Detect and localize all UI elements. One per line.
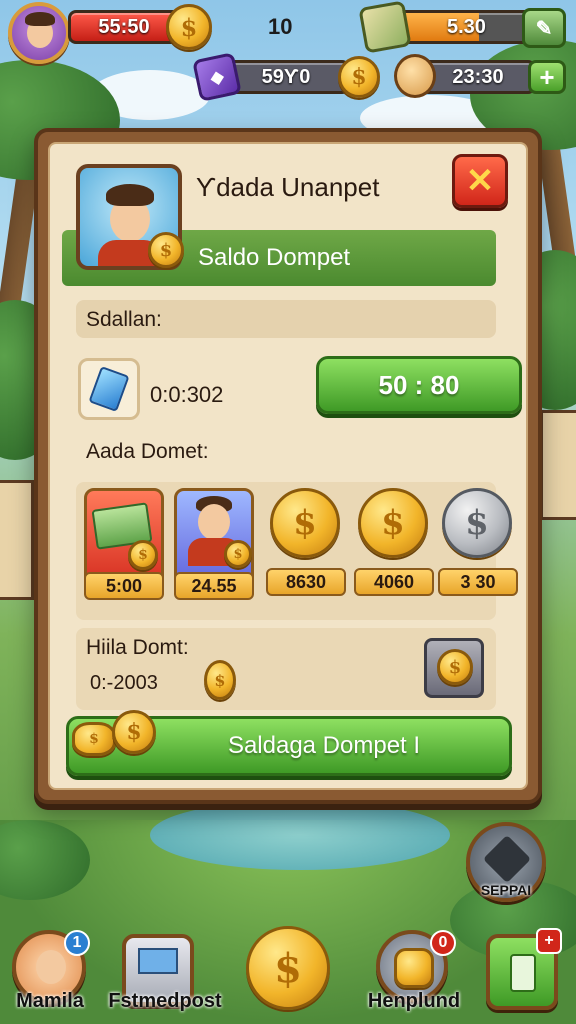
collect-button[interactable]: 50 : 80 bbox=[316, 356, 522, 414]
coins-symbol: $ bbox=[274, 944, 302, 992]
avatar-face bbox=[36, 950, 66, 984]
energy-icon bbox=[358, 0, 412, 54]
pet-timer-bar: 23:30 bbox=[420, 60, 536, 94]
coin-icon: $ bbox=[437, 649, 473, 685]
coin-icon[interactable]: $ bbox=[338, 56, 380, 98]
section-header-balance: Sdallan: bbox=[76, 300, 496, 338]
blue-gem-tile bbox=[78, 358, 140, 420]
ninja-star-label: SEPPAI bbox=[480, 882, 532, 898]
section-header-items: Aada Domet: bbox=[76, 432, 496, 470]
close-button[interactable]: ✕ bbox=[452, 154, 508, 208]
player-stat-bar: 55:50 bbox=[68, 10, 180, 44]
gems-value: 59Ƴ0 bbox=[261, 65, 311, 88]
collect-button-label: 50 : 80 bbox=[378, 369, 460, 400]
terminal-screen bbox=[138, 948, 178, 974]
item-price: 8630 bbox=[266, 568, 346, 596]
house bbox=[540, 410, 576, 520]
coin-icon: $ bbox=[148, 232, 184, 268]
coin-icon: $ bbox=[204, 660, 236, 700]
coin-icon: $ bbox=[224, 540, 252, 568]
blue-gem-icon bbox=[88, 366, 130, 412]
menu-badge: + bbox=[536, 928, 562, 954]
coin-icon bbox=[394, 948, 434, 988]
coin-icon: $ bbox=[358, 488, 428, 558]
portrait-hair bbox=[106, 184, 154, 206]
add-button[interactable]: + bbox=[528, 60, 566, 94]
item-price: 4060 bbox=[354, 568, 434, 596]
dice-gem-icon: ◆ bbox=[192, 52, 242, 102]
history-section: Hiila Domt: 0:-2003 $ $ bbox=[76, 628, 496, 710]
item-gold-coin[interactable]: $ 8630 bbox=[266, 488, 346, 598]
nav-shop-label: Fstmedpost bbox=[108, 990, 222, 1012]
item-gold-coin[interactable]: $ 4060 bbox=[354, 488, 434, 598]
nav-profile-label: Mamila bbox=[16, 990, 84, 1012]
player-avatar[interactable] bbox=[8, 2, 70, 64]
nav-help-label: Henplund bbox=[367, 990, 461, 1012]
coin-icon[interactable]: $ bbox=[166, 4, 212, 50]
item-silver-coin[interactable]: $ 3 30 bbox=[438, 488, 518, 598]
item-price: 24.55 bbox=[174, 572, 254, 600]
energy-bar: 5.30 bbox=[392, 10, 534, 44]
energy-action-button[interactable]: ✎ bbox=[522, 8, 566, 48]
avatar-hair bbox=[25, 12, 55, 26]
close-icon: ✕ bbox=[465, 162, 495, 200]
item-character-pack[interactable]: $ 24.55 bbox=[174, 488, 254, 600]
item-cash-bundle[interactable]: $ 5:00 bbox=[84, 488, 164, 600]
timer-value: 0:0:302 bbox=[150, 382, 224, 407]
coin-icon: $ bbox=[112, 710, 156, 754]
pond bbox=[150, 800, 450, 870]
nav-help[interactable]: 0 Henplund bbox=[364, 930, 464, 1018]
nav-coins-button[interactable]: $ bbox=[246, 926, 330, 1010]
item-character-face bbox=[198, 504, 230, 540]
nav-profile[interactable]: 1 Mamila bbox=[10, 930, 90, 1018]
pet-timer-value: 23:30 bbox=[452, 65, 504, 88]
ninja-star-icon bbox=[482, 834, 532, 884]
history-date: 0:-2003 bbox=[90, 672, 158, 694]
wallet-dialog: Saldo Dompet $ Ƴdada Unanpet ✕ Sdallan: … bbox=[34, 128, 542, 804]
player-stat-value: 55:50 bbox=[98, 15, 150, 38]
wallet-main-button-label: Saldaga Dompet I bbox=[227, 732, 421, 759]
dialog-body: Saldo Dompet $ Ƴdada Unanpet ✕ Sdallan: … bbox=[48, 142, 528, 790]
energy-value: 5.30 bbox=[447, 15, 486, 38]
pet-icon bbox=[394, 54, 436, 98]
profile-badge: 1 bbox=[64, 930, 90, 956]
section-label-items: Aada Domet: bbox=[86, 440, 209, 463]
coin-icon: $ bbox=[128, 540, 158, 570]
nav-menu[interactable]: + bbox=[486, 928, 566, 1018]
help-badge: 0 bbox=[430, 930, 456, 956]
history-detail-button[interactable]: $ bbox=[424, 638, 484, 698]
dialog-title: Ƴdada Unanpet bbox=[196, 172, 380, 202]
coin-icon: $ bbox=[270, 488, 340, 558]
history-label: Hiila Domt: bbox=[86, 636, 189, 659]
dialog-subtitle: Saldo Dompet bbox=[198, 244, 351, 271]
coin-stack-icon: $ bbox=[72, 722, 116, 756]
menu-list-sheet bbox=[510, 954, 536, 992]
section-label-balance: Sdallan: bbox=[86, 308, 162, 331]
house bbox=[0, 480, 34, 600]
gems-bar: 59Ƴ0 bbox=[222, 60, 350, 94]
items-row: $ 5:00 $ 24.55 $ 8630 $ 4060 $ 3 30 bbox=[76, 482, 518, 620]
level-indicator: 10 bbox=[268, 14, 293, 39]
nav-shop[interactable]: Fstmedpost bbox=[108, 934, 222, 1018]
item-price: 3 30 bbox=[438, 568, 518, 596]
silver-coin-icon: $ bbox=[442, 488, 512, 558]
ninja-star-button[interactable]: SEPPAI bbox=[466, 822, 546, 902]
item-price: 5:00 bbox=[84, 572, 164, 600]
